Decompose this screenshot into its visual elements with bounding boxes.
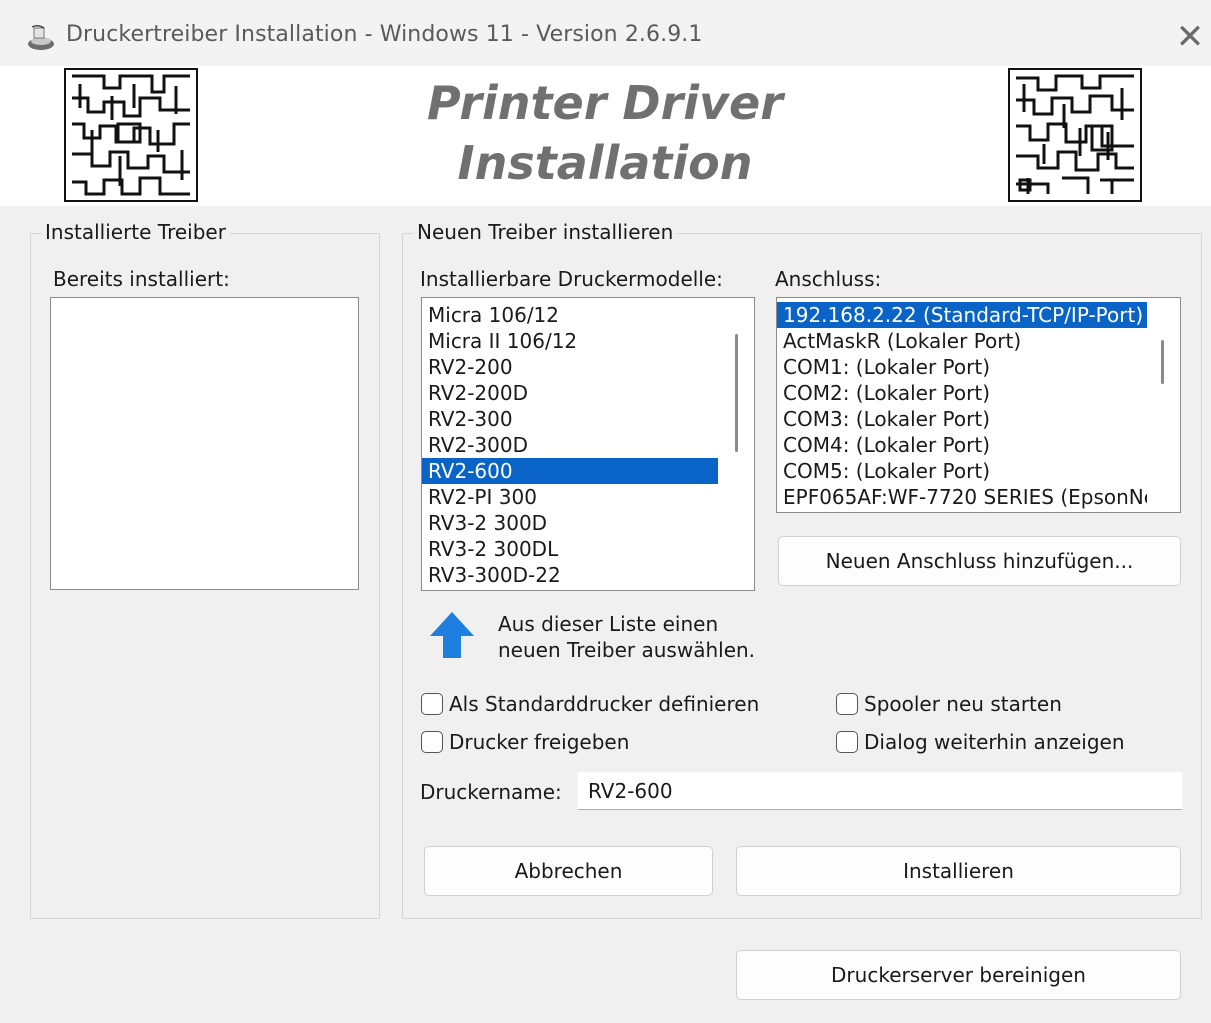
- show-dialog-checkbox[interactable]: Dialog weiterhin anzeigen: [836, 730, 1125, 754]
- ports-list[interactable]: 192.168.2.22 (Standard-TCP/IP-Port) ActM…: [776, 297, 1181, 513]
- list-item[interactable]: RV3-2 300DL: [422, 536, 718, 562]
- printer-models-list[interactable]: Micra 106/12 Micra II 106/12 RV2-200 RV2…: [421, 297, 755, 591]
- installed-drivers-list[interactable]: [50, 297, 359, 590]
- models-scrollbar-thumb[interactable]: [735, 334, 738, 452]
- hint-line1: Aus dieser Liste einen: [498, 612, 719, 636]
- checkbox-box[interactable]: [421, 731, 443, 753]
- window-title: Druckertreiber Installation - Windows 11…: [66, 22, 703, 47]
- list-item[interactable]: COM3: (Lokaler Port): [777, 406, 1147, 432]
- list-item-selected[interactable]: RV2-600: [422, 458, 718, 484]
- install-button[interactable]: Installieren: [736, 846, 1181, 896]
- printer-name-label: Druckername:: [420, 780, 562, 804]
- checkbox-box[interactable]: [836, 731, 858, 753]
- ports-scrollbar-thumb[interactable]: [1161, 340, 1164, 384]
- list-item[interactable]: COM2: (Lokaler Port): [777, 380, 1147, 406]
- models-label: Installierbare Druckermodelle:: [420, 267, 723, 291]
- close-button[interactable]: ✕: [1172, 20, 1208, 56]
- cancel-button[interactable]: Abbrechen: [424, 846, 713, 896]
- qr-logo-right: [1008, 68, 1142, 202]
- list-item[interactable]: COM5: (Lokaler Port): [777, 458, 1147, 484]
- hint-line2: neuen Treiber auswählen.: [498, 638, 756, 662]
- banner-title-line2: Installation: [457, 136, 753, 190]
- default-printer-checkbox[interactable]: Als Standarddrucker definieren: [421, 692, 759, 716]
- already-installed-label: Bereits installiert:: [53, 267, 230, 291]
- list-item[interactable]: ActMaskR (Lokaler Port): [777, 328, 1147, 354]
- list-item[interactable]: COM1: (Lokaler Port): [777, 354, 1147, 380]
- printer-app-icon: [28, 24, 54, 50]
- checkbox-box[interactable]: [421, 693, 443, 715]
- list-item[interactable]: RV2-200D: [422, 380, 718, 406]
- share-printer-checkbox[interactable]: Drucker freigeben: [421, 730, 629, 754]
- printer-name-input[interactable]: [578, 772, 1182, 810]
- list-item[interactable]: RV2-300D: [422, 432, 718, 458]
- banner-title-line1: Printer Driver: [427, 76, 783, 130]
- checkbox-label: Dialog weiterhin anzeigen: [864, 730, 1125, 754]
- list-item[interactable]: COM4: (Lokaler Port): [777, 432, 1147, 458]
- restart-spooler-checkbox[interactable]: Spooler neu starten: [836, 692, 1062, 716]
- checkbox-box[interactable]: [836, 693, 858, 715]
- list-item[interactable]: RV2-PI 300: [422, 484, 718, 510]
- add-port-button[interactable]: Neuen Anschluss hinzufügen...: [778, 536, 1181, 586]
- list-item[interactable]: RV2-300: [422, 406, 718, 432]
- checkbox-label: Als Standarddrucker definieren: [449, 692, 760, 716]
- list-item[interactable]: Micra 106/12: [422, 302, 718, 328]
- list-item[interactable]: RV3-2 300D: [422, 510, 718, 536]
- qr-logo-left: [64, 68, 198, 202]
- cleanup-print-server-button[interactable]: Druckerserver bereinigen: [736, 950, 1181, 1000]
- installed-drivers-legend: Installierte Treiber: [41, 220, 230, 244]
- list-item[interactable]: Micra II 106/12: [422, 328, 718, 354]
- list-item[interactable]: RV3-300D-22: [422, 562, 718, 588]
- list-item[interactable]: RV2-200: [422, 354, 718, 380]
- checkbox-label: Spooler neu starten: [864, 692, 1062, 716]
- checkbox-label: Drucker freigeben: [449, 730, 630, 754]
- list-item[interactable]: EPF065AF:WF-7720 SERIES (EpsonNet Print …: [777, 484, 1147, 510]
- list-item-selected[interactable]: 192.168.2.22 (Standard-TCP/IP-Port): [777, 302, 1147, 328]
- up-arrow-icon: [430, 612, 474, 658]
- port-label: Anschluss:: [775, 267, 882, 291]
- new-driver-legend: Neuen Treiber installieren: [413, 220, 678, 244]
